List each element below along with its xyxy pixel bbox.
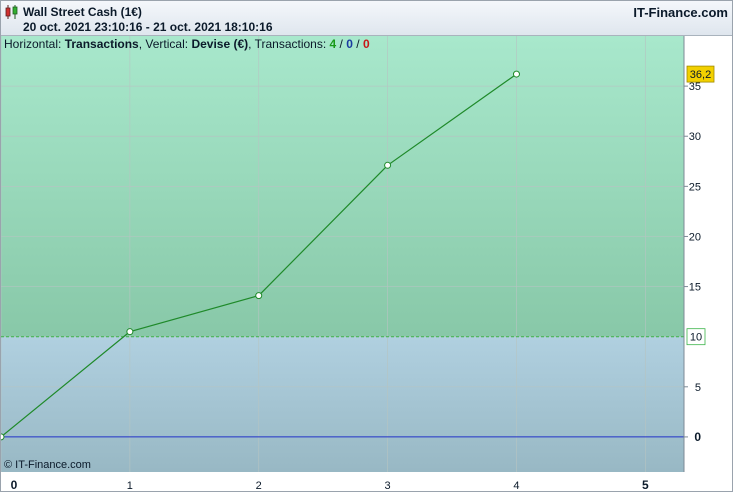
y-tick-label: 25 [689,181,701,193]
threshold-badge: 10 [686,328,706,346]
header-bar: Wall Street Cash (1€) 20 oct. 2021 23:10… [1,1,732,36]
y-tick-labels: 0 5 15 20 25 30 35 [684,81,701,444]
lower-zone [1,336,684,472]
chart-window: 0 5 15 20 25 30 35 0 1 2 3 4 5 36,2 10 Wall Street … [0,0,733,492]
x-tick-label: 3 [385,480,391,492]
data-point [1,433,5,441]
horizontal-value: Transactions [64,37,139,51]
separator-1: / [336,37,347,51]
transactions-mid: 0 [346,37,353,51]
x-tick-label: 5 [642,478,649,492]
data-point [126,328,134,336]
date-range: 20 oct. 2021 23:10:16 - 21 oct. 2021 18:… [23,20,273,34]
brand-link[interactable]: IT-Finance.com [633,5,728,20]
y-tick-label: 5 [695,382,701,394]
horizontal-label: Horizontal: [4,37,62,51]
y-tick-label: 15 [689,282,701,294]
candlestick-icon [5,5,18,19]
x-tick-label: 1 [127,480,133,492]
x-tick-label: 4 [513,480,519,492]
x-tick-label: 0 [11,478,18,492]
x-tick-labels: 0 1 2 3 4 5 [11,478,649,492]
data-point [512,70,520,78]
chart-title: Wall Street Cash (1€) [23,5,142,19]
copyright-text: © IT-Finance.com [4,459,91,471]
last-value-badge: 36,2 [686,65,715,83]
chart-canvas: 0 5 15 20 25 30 35 0 1 2 3 4 5 36,2 10 [1,36,715,492]
transactions-last: 0 [362,37,370,51]
y-tick-label: 20 [689,231,701,243]
threshold-label: 10 [690,332,702,344]
y-tick-label: 0 [694,430,701,444]
data-point [384,161,392,169]
last-value-label: 36,2 [690,69,711,81]
y-tick-label: 35 [689,81,701,93]
x-tick-label: 2 [256,480,262,492]
info-line: Horizontal: Transactions, Vertical: Devi… [4,37,370,51]
data-point [255,292,263,300]
y-tick-label: 30 [689,131,701,143]
separator-2: / [352,37,363,51]
transactions-label: , Transactions: [248,37,327,51]
vertical-label: , Vertical: [138,37,189,51]
vertical-value: Devise (€) [191,37,249,51]
